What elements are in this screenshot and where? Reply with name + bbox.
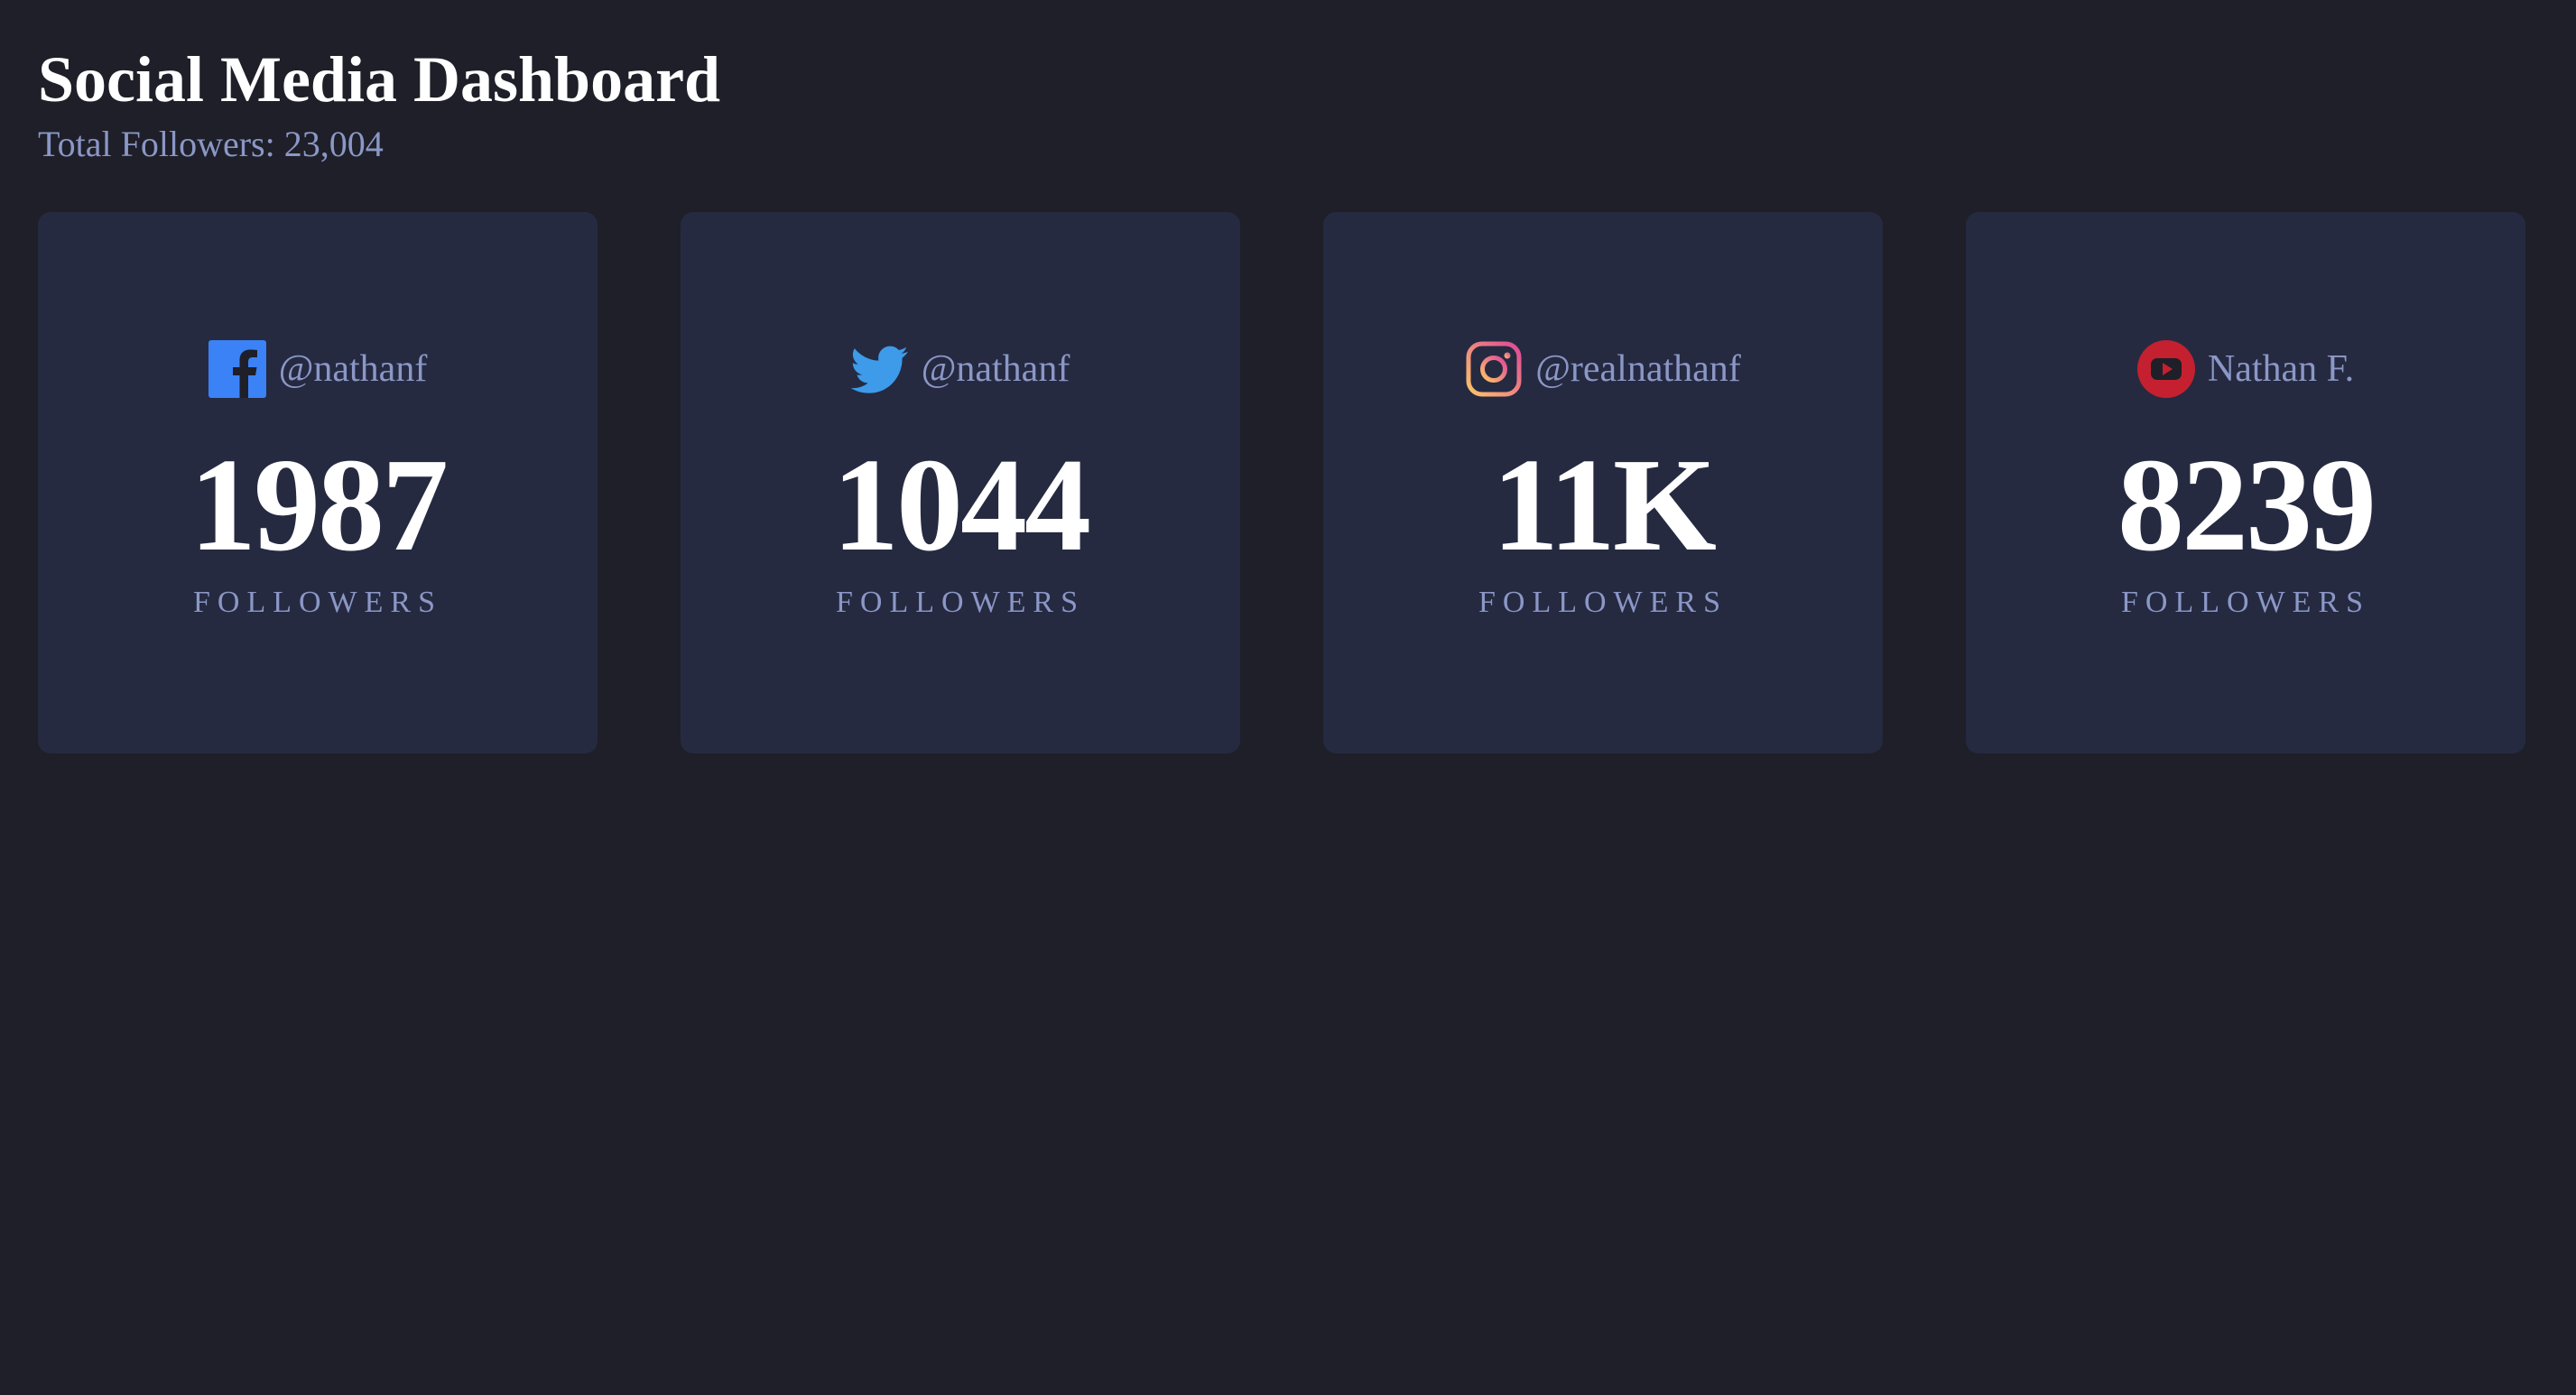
followers-label: FOLLOWERS (836, 586, 1085, 619)
youtube-icon (2136, 340, 2195, 398)
follower-count: 1044 (832, 431, 1091, 579)
card-handle-row: @nathanf (681, 340, 1240, 398)
card-twitter[interactable]: @nathanf 1044 FOLLOWERS (681, 212, 1240, 753)
follower-count: 1987 (190, 431, 449, 579)
card-handle-row: @realnathanf (1323, 340, 1883, 398)
dashboard-page: Social Media Dashboard Total Followers: … (0, 0, 2576, 1395)
facebook-icon (208, 340, 266, 398)
card-youtube[interactable]: Nathan F. 8239 FOLLOWERS (1966, 212, 2525, 753)
card-handle-row: @nathanf (38, 340, 598, 398)
instagram-icon (1465, 340, 1523, 398)
card-facebook[interactable]: @nathanf 1987 FOLLOWERS (38, 212, 598, 753)
card-handle-row: Nathan F. (1966, 340, 2525, 398)
followers-label: FOLLOWERS (193, 586, 442, 619)
card-handle: @realnathanf (1535, 348, 1741, 390)
twitter-icon (850, 340, 909, 398)
cards-row: @nathanf 1987 FOLLOWERS @nathanf 1044 FO… (38, 212, 2525, 753)
followers-label: FOLLOWERS (2121, 586, 2370, 619)
card-handle: @nathanf (278, 348, 428, 390)
total-followers: Total Followers: 23,004 (38, 124, 384, 164)
card-instagram[interactable]: @realnathanf 11K FOLLOWERS (1323, 212, 1883, 753)
follower-count: 11K (1492, 431, 1717, 579)
card-handle: Nathan F. (2207, 348, 2355, 390)
page-title: Social Media Dashboard (38, 43, 721, 115)
follower-count: 8239 (2117, 431, 2377, 579)
card-handle: @nathanf (921, 348, 1070, 390)
header: Social Media Dashboard Total Followers: … (38, 38, 720, 168)
followers-label: FOLLOWERS (1478, 586, 1728, 619)
